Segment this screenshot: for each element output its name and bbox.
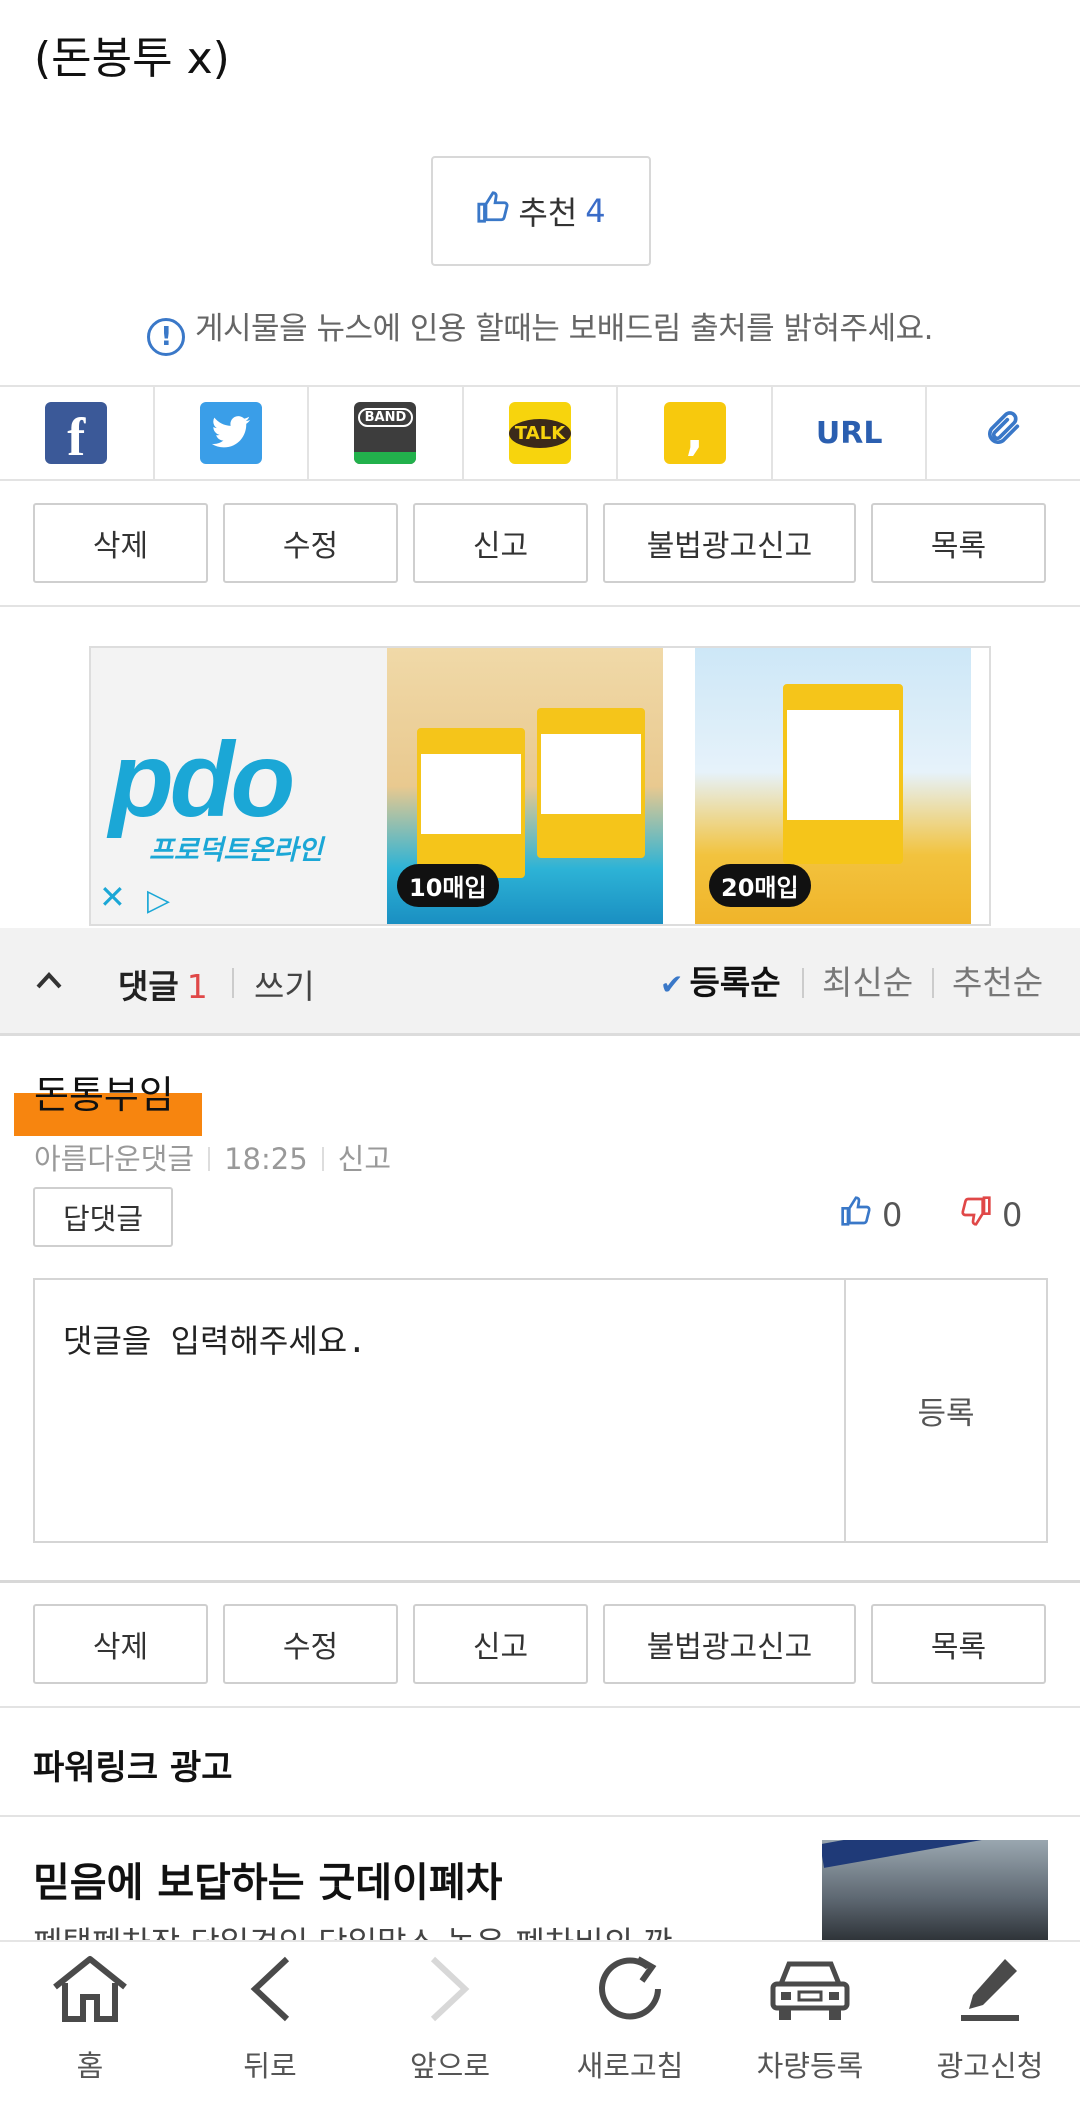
url-copy-label: URL [815,415,883,451]
divider [0,1580,1080,1583]
ad-banner[interactable]: pdo 프로덕트온라인 ✕ ▷ 10매입 20매입 [89,646,991,926]
delete-button[interactable]: 삭제 [33,503,208,583]
ad-product-image: 20매입 [695,648,971,924]
comment-submit-button[interactable]: 등록 [846,1280,1046,1541]
powerlink-item-desc[interactable]: 폐택폐차장 당일견인 당일말소 높은 폐차비의 깐 [33,1918,673,1940]
ad-product-image: 10매입 [387,648,663,924]
thumbs-down-icon [960,1195,992,1235]
kakaotalk-icon: TALK [508,402,572,464]
thumbs-up-icon [476,190,510,232]
share-bar: f BAND TALK , URL [0,385,1080,481]
divider [0,1815,1080,1817]
comment-author[interactable]: 돈통부임 [34,1064,174,1119]
ad-logo: pdo [109,721,295,839]
recommend-count: 4 [585,192,606,230]
info-icon: ! [147,318,186,356]
refresh-icon [592,1949,668,2029]
comment-upvote[interactable]: 0 [840,1195,902,1235]
post-action-bar: 삭제 수정 신고 불법광고신고 목록 [33,503,1046,583]
ad-logo-panel: pdo 프로덕트온라인 ✕ ▷ [91,648,387,924]
nav-ad-request[interactable]: 광고신청 [900,1942,1080,2101]
share-kakaostory[interactable]: , [618,387,773,479]
recommend-label: 추천 [518,194,578,232]
comment-textarea[interactable]: 댓글을 입력해주세요. [35,1280,846,1541]
nav-refresh[interactable]: 새로고침 [540,1942,720,2101]
comment-meta: 아름다운댓글 18:25 신고 [34,1136,391,1178]
pen-icon [957,1949,1023,2029]
post-body-text: (돈봉투 x) [34,33,230,84]
illegal-ad-report-button[interactable]: 불법광고신고 [603,1604,856,1684]
divider [0,605,1080,607]
comment-form: 댓글을 입력해주세요. 등록 [33,1278,1048,1543]
twitter-icon [199,402,262,464]
write-comment-link[interactable]: 쓰기 [254,960,315,1008]
sort-by-recommend[interactable]: 추천순 [952,956,1043,1004]
back-icon [245,1949,295,2029]
comment-report-link[interactable]: 신고 [338,1142,391,1176]
share-band[interactable]: BAND [309,387,464,479]
ad-close-icon[interactable]: ✕ [99,878,126,916]
reply-button[interactable]: 답댓글 [33,1187,173,1247]
edit-button[interactable]: 수정 [223,1604,398,1684]
share-attach[interactable] [927,387,1080,479]
home-icon [49,1949,131,2029]
ad-badge: 20매입 [709,864,811,907]
kakaostory-icon: , [663,402,726,464]
nav-register-car[interactable]: 차량등록 [720,1942,900,2101]
check-icon: ✔ [660,968,684,1001]
ad-logo-subtitle: 프로덕트온라인 [149,835,323,866]
sort-by-latest[interactable]: 최신순 [822,956,913,1004]
delete-button[interactable]: 삭제 [33,1604,208,1684]
car-icon [767,1949,853,2029]
paperclip-icon [984,406,1024,461]
comment-downvote[interactable]: 0 [960,1195,1022,1235]
thumbs-up-icon [840,1195,872,1235]
powerlink-title: 파워링크 광고 [33,1748,233,1788]
chevron-up-icon[interactable] [34,964,64,999]
list-button[interactable]: 목록 [871,1604,1046,1684]
band-icon: BAND [354,402,417,464]
share-kakaotalk[interactable]: TALK [464,387,619,479]
powerlink-item-title[interactable]: 믿음에 보답하는 굿데이폐차 [33,1850,502,1908]
share-twitter[interactable] [155,387,310,479]
recommend-button[interactable]: 추천 4 [431,156,651,266]
citation-notice-text: 게시물을 뉴스에 인용 할때는 보배드림 출처를 밝혀주세요. [195,311,933,347]
nav-back[interactable]: 뒤로 [180,1942,360,2101]
report-button[interactable]: 신고 [413,1604,588,1684]
comment-action-bar: 삭제 수정 신고 불법광고신고 목록 [33,1604,1046,1684]
powerlink-item-thumbnail[interactable] [822,1840,1048,1940]
report-button[interactable]: 신고 [413,503,588,583]
sort-by-registered[interactable]: ✔ 등록순 [660,956,781,1004]
comment-badge: 아름다운댓글 [34,1142,195,1176]
facebook-icon: f [45,402,108,467]
list-button[interactable]: 목록 [871,503,1046,583]
ad-badge: 10매입 [397,864,499,907]
nav-home[interactable]: 홈 [0,1942,180,2101]
share-url[interactable]: URL [773,387,928,479]
ad-info-icon[interactable]: ▷ [147,883,170,918]
nav-forward[interactable]: 앞으로 [360,1942,540,2101]
illegal-ad-report-button[interactable]: 불법광고신고 [603,503,856,583]
forward-icon [425,1949,475,2029]
citation-notice: ! 게시물을 뉴스에 인용 할때는 보배드림 출처를 밝혀주세요. [0,303,1080,356]
comment-count: 댓글 1 [118,967,208,1006]
share-facebook[interactable]: f [0,387,155,479]
comment-time: 18:25 [224,1142,308,1176]
divider [0,1706,1080,1708]
bottom-nav: 홈 뒤로 앞으로 새로고침 차량등록 광고신청 [0,1940,1080,2101]
edit-button[interactable]: 수정 [223,503,398,583]
comment-header: 댓글 1 쓰기 ✔ 등록순 최신순 추천순 [0,928,1080,1036]
